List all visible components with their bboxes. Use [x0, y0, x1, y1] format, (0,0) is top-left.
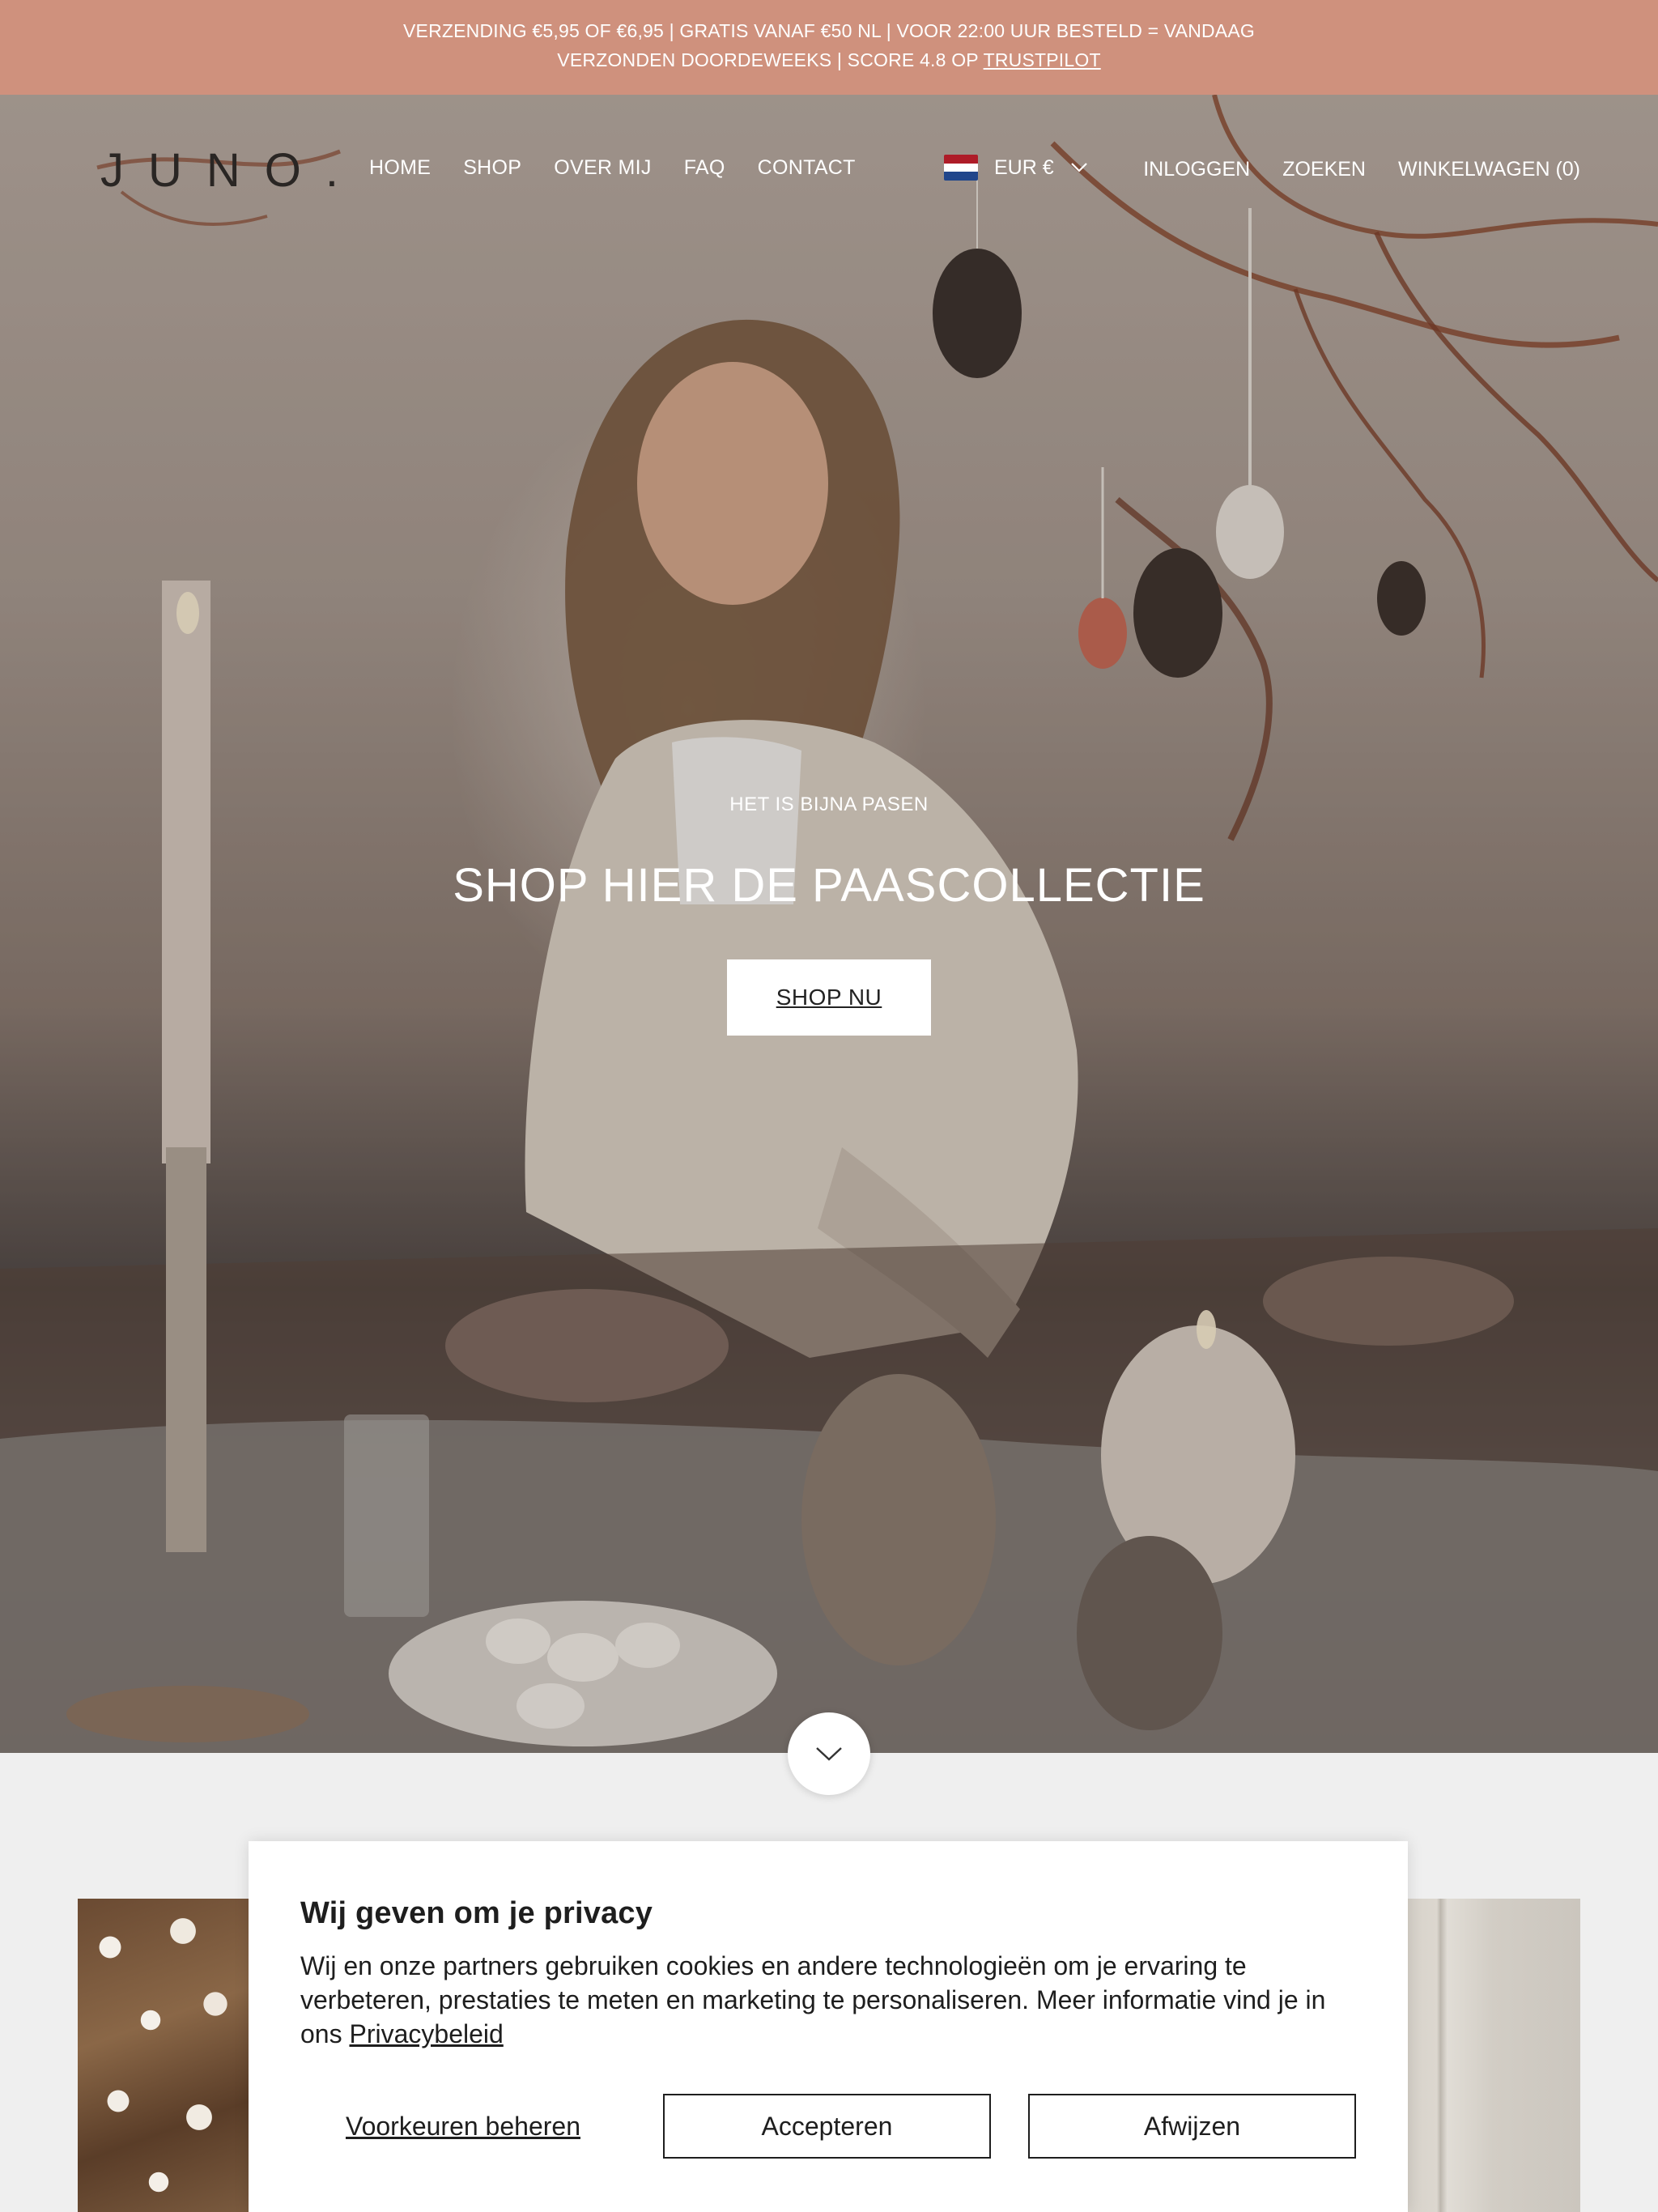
- netherlands-flag-icon: [944, 155, 978, 181]
- manage-preferences-button[interactable]: Voorkeuren beheren: [300, 2112, 626, 2142]
- juno-logo[interactable]: JUNO.: [100, 143, 363, 198]
- search-link[interactable]: ZOEKEN: [1282, 158, 1366, 181]
- site-header: JUNO. HOME SHOP OVER MIJ FAQ CONTACT EUR…: [0, 95, 1658, 245]
- hero-eyebrow: HET IS BIJNA PASEN: [729, 793, 929, 815]
- accept-button[interactable]: Accepteren: [662, 2094, 991, 2159]
- cookie-actions: Voorkeuren beheren Accepteren Afwijzen: [300, 2094, 1356, 2159]
- login-link[interactable]: INLOGGEN: [1143, 158, 1250, 181]
- cookie-text: Wij en onze partners gebruiken cookies e…: [300, 1949, 1369, 2051]
- nav-home[interactable]: HOME: [369, 156, 431, 180]
- cookie-title: Wij geven om je privacy: [300, 1896, 653, 1930]
- hero-content: HET IS BIJNA PASEN SHOP HIER DE PAASCOLL…: [0, 793, 1658, 1036]
- collection-image-flowers[interactable]: [78, 1899, 256, 2212]
- cart-link[interactable]: WINKELWAGEN (0): [1398, 158, 1580, 181]
- scroll-down-button[interactable]: [788, 1712, 870, 1795]
- announcement-line-1: VERZENDING €5,95 OF €6,95 | GRATIS VANAF…: [403, 20, 1255, 41]
- nav-faq[interactable]: FAQ: [684, 156, 725, 180]
- nav-over-mij[interactable]: OVER MIJ: [554, 156, 651, 180]
- main-nav: HOME SHOP OVER MIJ FAQ CONTACT: [369, 156, 856, 180]
- nav-shop[interactable]: SHOP: [463, 156, 521, 180]
- header-actions: INLOGGEN ZOEKEN WINKELWAGEN (0): [1143, 158, 1580, 181]
- announcement-line-2: VERZONDEN DOORDEWEEKS | SCORE 4.8 OP TRU…: [0, 45, 1658, 74]
- cookie-banner: Wij geven om je privacy Wij en onze part…: [249, 1841, 1408, 2212]
- currency-label: EUR €: [994, 155, 1054, 179]
- announcement-bar: VERZENDING €5,95 OF €6,95 | GRATIS VANAF…: [0, 0, 1658, 95]
- hero-title: SHOP HIER DE PAASCOLLECTIE: [453, 859, 1205, 912]
- chevron-down-icon: [816, 1747, 842, 1761]
- reject-button[interactable]: Afwijzen: [1027, 2094, 1356, 2159]
- collection-image-interior[interactable]: [1405, 1899, 1580, 2212]
- announcement-line-2-text: VERZONDEN DOORDEWEEKS | SCORE 4.8 OP: [557, 49, 984, 70]
- privacy-policy-link[interactable]: Privacybeleid: [349, 2019, 503, 2048]
- chevron-down-icon: [1070, 163, 1087, 172]
- shop-now-button[interactable]: SHOP NU: [727, 959, 931, 1036]
- nav-contact[interactable]: CONTACT: [758, 156, 856, 180]
- currency-selector[interactable]: EUR €: [944, 155, 1088, 181]
- trustpilot-link[interactable]: TRUSTPILOT: [984, 49, 1101, 70]
